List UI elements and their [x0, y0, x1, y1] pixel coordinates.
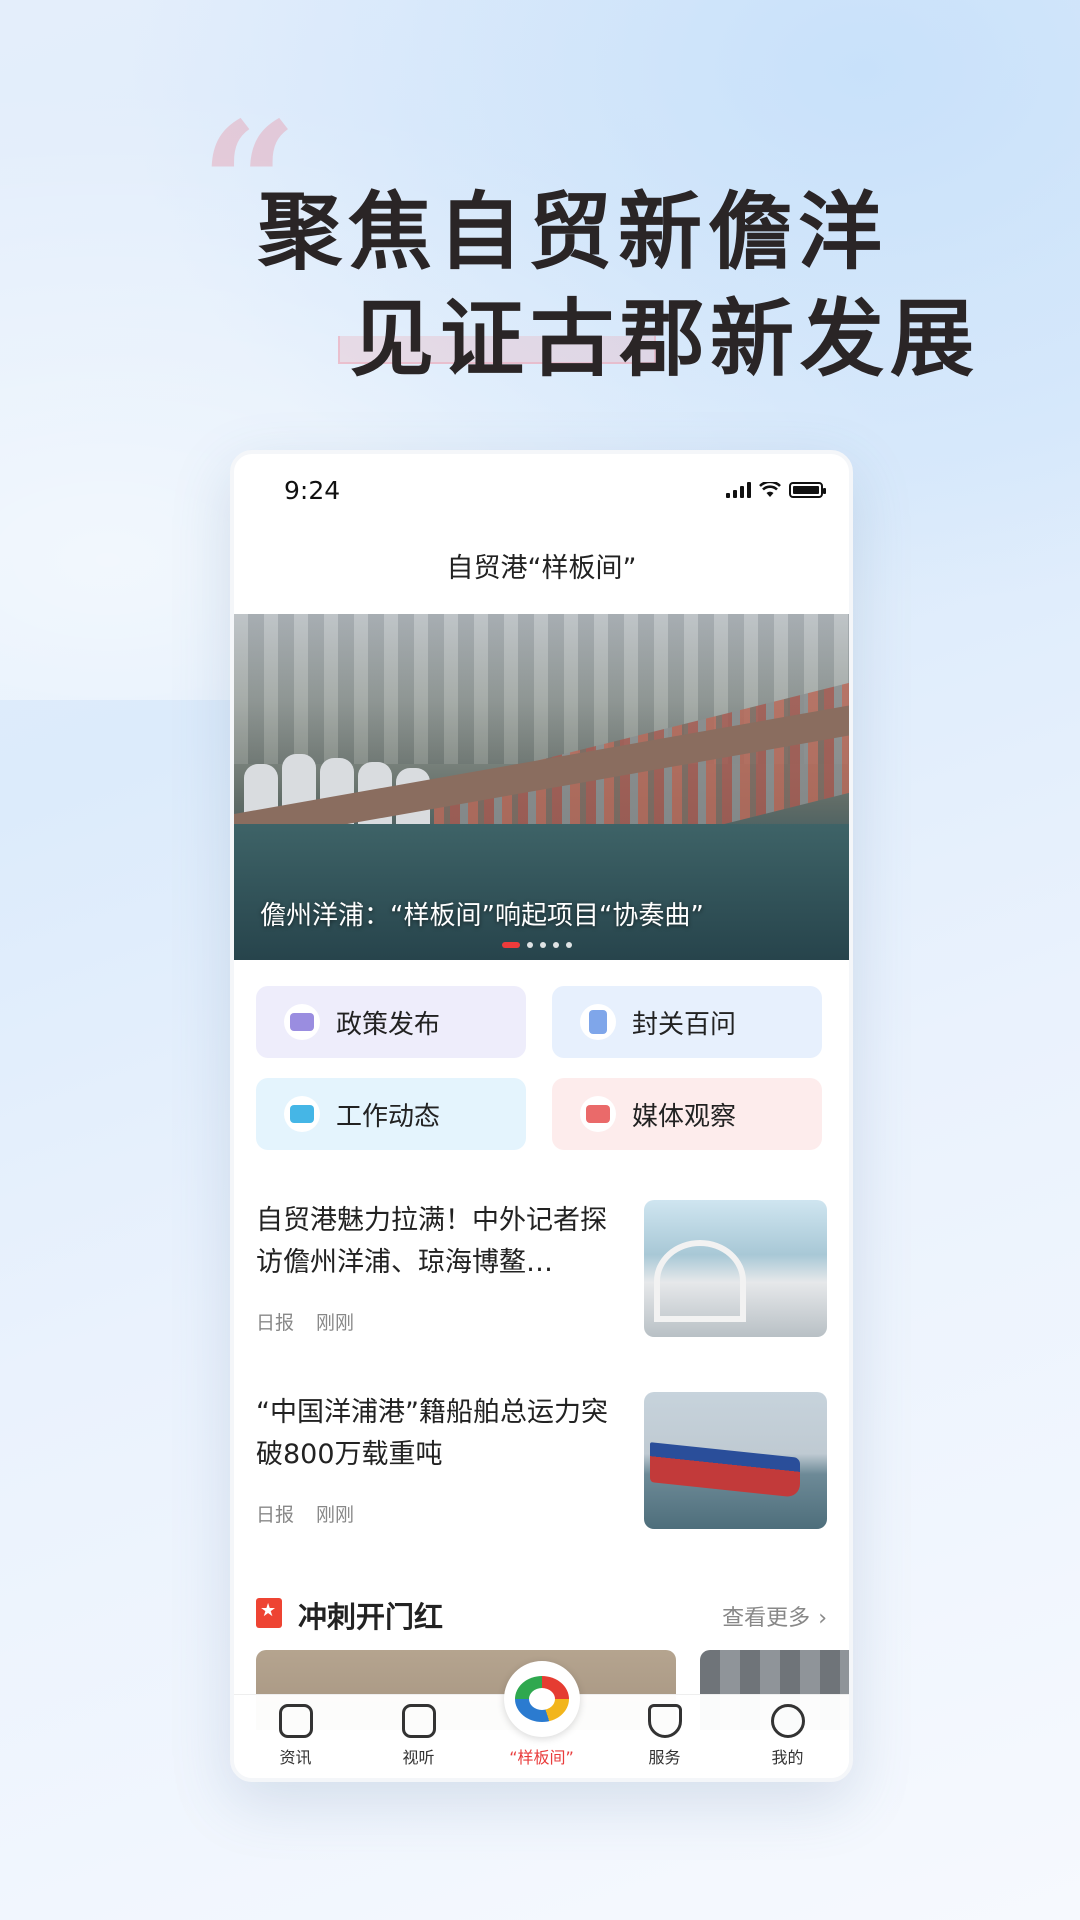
tab-news[interactable]: 资讯 — [234, 1695, 357, 1778]
bookmark-star-icon — [256, 1598, 282, 1628]
wifi-icon — [759, 482, 781, 497]
carousel-dot-2[interactable] — [527, 942, 533, 948]
news-source: 日报 — [256, 1504, 295, 1526]
quick-link-label: 媒体观察 — [632, 1101, 737, 1132]
section-title: 冲刺开门红 — [298, 1600, 444, 1634]
see-more-link[interactable]: 查看更多 › — [722, 1600, 827, 1632]
news-meta: 日报 刚刚 — [256, 1308, 354, 1335]
quick-links: 政策发布 封关百问 工作动态 媒体观察 — [234, 960, 849, 1150]
section-header: 冲刺开门红 查看更多 › — [256, 1584, 827, 1644]
policy-video-icon — [284, 1004, 320, 1040]
tab-model-room[interactable]: “样板间” — [480, 1661, 603, 1778]
quick-link-policy[interactable]: 政策发布 — [256, 986, 526, 1058]
carousel-dot-4[interactable] — [553, 942, 559, 948]
monitor-icon — [284, 1096, 320, 1132]
profile-icon — [770, 1704, 805, 1738]
carousel-dot-5[interactable] — [566, 942, 572, 948]
battery-icon — [789, 482, 826, 498]
carousel-dot-1[interactable] — [502, 942, 520, 948]
carousel-dots[interactable] — [502, 942, 572, 948]
hero-image-water — [234, 824, 849, 960]
quick-link-label: 工作动态 — [336, 1101, 441, 1132]
news-time: 刚刚 — [316, 1504, 355, 1526]
carousel-dot-3[interactable] — [540, 942, 546, 948]
tab-service[interactable]: 服务 — [603, 1695, 726, 1778]
tab-label: 服务 — [648, 1748, 681, 1767]
status-bar: 9:24 — [234, 454, 849, 534]
page-title: 自贸港“样板间” — [446, 553, 637, 584]
news-title: 自贸港魅力拉满！中外记者探访儋州洋浦、琼海博鳌… — [256, 1205, 607, 1278]
play-icon — [401, 1704, 436, 1738]
news-thumbnail — [644, 1200, 827, 1337]
news-list: 自贸港魅力拉满！中外记者探访儋州洋浦、琼海博鳌… 日报 刚刚 “中国洋浦港”籍船舶… — [234, 1200, 849, 1584]
news-title: “中国洋浦港”籍船舶总运力突破800万载重吨 — [256, 1397, 608, 1470]
hero-banner[interactable]: 儋州洋浦：“样板间”响起项目“协奏曲” — [234, 614, 849, 960]
tab-label: 视听 — [402, 1748, 435, 1767]
news-icon — [278, 1704, 313, 1738]
media-play-icon — [580, 1096, 616, 1132]
quick-link-media[interactable]: 媒体观察 — [552, 1078, 822, 1150]
status-time: 9:24 — [284, 476, 341, 505]
tab-label: 我的 — [771, 1748, 804, 1767]
tab-label: “样板间” — [509, 1748, 574, 1767]
qa-book-icon — [580, 1004, 616, 1040]
promo-headline-line1: 聚焦自贸新儋洋 — [258, 183, 889, 281]
tab-video[interactable]: 视听 — [357, 1695, 480, 1778]
news-meta: 日报 刚刚 — [256, 1500, 354, 1527]
chevron-right-icon: › — [818, 1606, 827, 1631]
news-thumbnail — [644, 1392, 827, 1529]
see-more-label: 查看更多 — [722, 1606, 811, 1631]
promo-headline-line2: 见证古郡新发展 — [350, 290, 981, 388]
tab-label: 资讯 — [279, 1748, 312, 1767]
status-icons — [726, 482, 826, 498]
quick-link-work-updates[interactable]: 工作动态 — [256, 1078, 526, 1150]
tab-profile[interactable]: 我的 — [726, 1695, 849, 1778]
tab-bar: 资讯 视听 “样板间” 服务 我的 — [234, 1661, 849, 1778]
news-item[interactable]: “中国洋浦港”籍船舶总运力突破800万载重吨 日报 刚刚 — [256, 1392, 827, 1584]
news-item[interactable]: 自贸港魅力拉满！中外记者探访儋州洋浦、琼海博鳌… 日报 刚刚 — [256, 1200, 827, 1392]
news-source: 日报 — [256, 1312, 295, 1334]
quick-link-label: 政策发布 — [336, 1009, 441, 1040]
signal-icon — [726, 482, 751, 498]
service-icon — [647, 1704, 682, 1738]
quick-link-qa[interactable]: 封关百问 — [552, 986, 822, 1058]
quick-link-label: 封关百问 — [632, 1009, 737, 1040]
hero-caption: 儋州洋浦：“样板间”响起项目“协奏曲” — [260, 901, 704, 931]
phone-frame: 9:24 自贸港“样板间” 儋州洋浦：“样板间”响起项目“协奏曲” 政策发布 封… — [230, 450, 853, 1782]
news-time: 刚刚 — [316, 1312, 355, 1334]
logo-icon — [503, 1661, 580, 1737]
